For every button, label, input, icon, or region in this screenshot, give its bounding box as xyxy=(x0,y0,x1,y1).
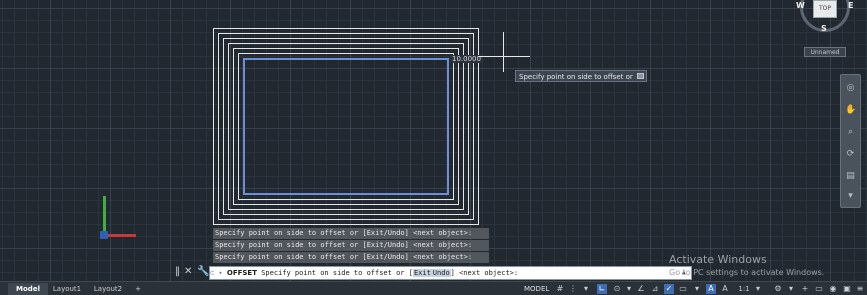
object-snap-icon[interactable]: ▭ xyxy=(678,284,688,294)
annotation-scale[interactable]: 1:1 xyxy=(737,284,751,294)
snap-dropdown-icon[interactable]: ▾ xyxy=(581,284,591,294)
compass-west[interactable]: W xyxy=(796,1,805,10)
customization-menu-icon[interactable]: ≡ xyxy=(855,284,865,294)
command-line-tools: ‖ ✕ 🔧 xyxy=(175,266,209,280)
polar-dropdown-icon[interactable]: ▾ xyxy=(624,284,634,294)
ucs-menu[interactable]: Unnamed xyxy=(804,47,846,57)
compass-east[interactable]: E xyxy=(848,1,853,10)
workspace-gear-icon[interactable]: ⚙ xyxy=(773,284,783,294)
command-name: OFFSET xyxy=(226,269,257,277)
annotation-monitor-icon[interactable]: + xyxy=(800,284,810,294)
customize-wrench-icon[interactable]: 🔧 xyxy=(197,266,209,277)
command-history-line: Specify point on side to offset or [Exit… xyxy=(213,240,489,251)
option-exit[interactable]: Exit xyxy=(412,269,432,277)
compass-south[interactable]: S xyxy=(821,24,827,33)
crosshair-horizontal xyxy=(478,56,530,57)
osnap-dropdown-icon[interactable]: ▾ xyxy=(692,284,702,294)
isodraft-icon[interactable]: ∠ xyxy=(636,284,646,294)
crosshair-vertical xyxy=(503,32,504,72)
command-line-input[interactable]: ⊂ ▾ OFFSET Specify point on side to offs… xyxy=(209,266,692,280)
tab-layout2[interactable]: Layout2 xyxy=(90,283,126,295)
command-prompt-text: Specify point on side to offset or [ xyxy=(261,269,413,277)
drawing-canvas[interactable]: 10.0000 Specify point on side to offset … xyxy=(0,0,867,281)
close-icon[interactable]: ✕ xyxy=(184,266,192,277)
ucs-origin-icon xyxy=(100,231,108,239)
command-prompt-icon: ⊂ ▾ xyxy=(210,269,223,277)
dynamic-input-tooltip: Specify point on side to offset or xyxy=(515,70,647,82)
object-snap-tracking-icon[interactable]: ⊿ xyxy=(650,284,660,294)
model-space-toggle[interactable]: MODEL xyxy=(524,283,549,295)
units-icon[interactable]: ▭ xyxy=(814,284,824,294)
navigation-bar: ◎ ✋ ⌕ ⟳ ▤ ▾ xyxy=(840,74,861,208)
grid-icon[interactable]: # xyxy=(555,284,565,294)
ortho-icon[interactable]: ∟ xyxy=(597,284,607,294)
command-grip-icon[interactable]: ‖ xyxy=(175,266,180,277)
polar-tracking-icon[interactable]: ⊙ xyxy=(612,284,622,294)
activation-watermark-title: Activate Windows xyxy=(669,253,767,266)
lineweight-icon[interactable]: ✓ xyxy=(664,284,674,294)
command-history-line: Specify point on side to offset or [Exit… xyxy=(213,228,489,239)
tab-layout1[interactable]: Layout1 xyxy=(50,283,84,295)
annotation-visibility-icon[interactable]: A xyxy=(706,284,716,294)
scale-dropdown-icon[interactable]: ▾ xyxy=(753,284,763,294)
auto-scale-icon[interactable]: A xyxy=(720,284,730,294)
orbit-icon[interactable]: ⟳ xyxy=(845,149,856,160)
tab-model[interactable]: Model xyxy=(8,283,48,295)
showmotion-icon[interactable]: ▤ xyxy=(845,171,856,182)
tooltip-text: Specify point on side to offset or xyxy=(519,73,633,81)
snap-icon[interactable]: ⋮ xyxy=(568,284,578,294)
viewcube-top-face[interactable]: TOP xyxy=(813,0,837,18)
command-prompt-suffix: ] <next object>: xyxy=(450,269,519,277)
selected-rectangle[interactable] xyxy=(243,58,449,195)
status-bar: Model Layout1 Layout2 + MODEL # ⋮ ▾ ∟ ⊙ … xyxy=(0,281,867,295)
navbar-menu-icon[interactable]: ▾ xyxy=(845,191,856,202)
option-undo[interactable]: Undo xyxy=(431,269,451,277)
add-layout-button[interactable]: + xyxy=(132,283,144,295)
isolate-objects-icon[interactable]: ◉ xyxy=(828,284,838,294)
hardware-acceleration-icon[interactable]: ▣ xyxy=(842,284,852,294)
steering-wheel-icon[interactable]: ◎ xyxy=(845,83,856,94)
command-history-line: Specify point on side to offset or [Exit… xyxy=(213,252,489,263)
tooltip-options-icon[interactable] xyxy=(637,73,644,79)
zoom-icon[interactable]: ⌕ xyxy=(845,127,856,138)
viewcube[interactable]: TOP W E S xyxy=(792,0,862,36)
activation-watermark-subtitle: Go to PC settings to activate Windows. xyxy=(669,268,825,277)
pan-icon[interactable]: ✋ xyxy=(845,105,856,116)
ucs-y-axis-icon xyxy=(103,196,106,236)
workspace-dropdown-icon[interactable]: ▾ xyxy=(786,284,796,294)
